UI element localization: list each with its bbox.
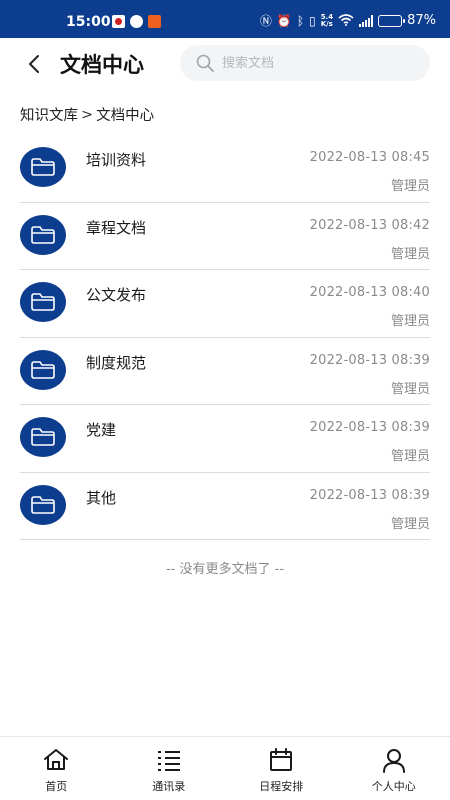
folder-owner: 管理员	[390, 381, 430, 397]
folder-icon	[20, 214, 66, 255]
search-box[interactable]	[180, 45, 430, 81]
breadcrumb: 知识文库 > 文档中心	[20, 104, 154, 125]
bluetooth-icon: ᛒ	[296, 13, 305, 28]
header: 文档中心	[0, 38, 450, 90]
nav-label: 日程安排	[259, 780, 304, 793]
folder-name: 制度规范	[86, 353, 147, 372]
list-icon	[157, 751, 180, 771]
folder-owner: 管理员	[390, 449, 430, 464]
network-speed: 5.4 K/s	[320, 12, 334, 28]
user-icon	[382, 749, 405, 773]
status-notification-icons	[112, 15, 161, 28]
nav-item-home[interactable]: 首页	[0, 737, 113, 800]
folder-owner: 管理员	[390, 179, 430, 194]
folder-icon	[20, 484, 66, 525]
nav-label: 首页	[45, 780, 68, 793]
folder-time: 2022-08-13 08:40	[309, 285, 430, 300]
breadcrumb-separator: >	[81, 106, 94, 123]
search-input[interactable]	[222, 55, 412, 71]
folder-time: 2022-08-13 08:39	[309, 420, 430, 435]
folder-row[interactable]: 公文发布 2022-08-13 08:40 管理员	[20, 270, 430, 338]
folder-time: 2022-08-13 08:42	[309, 217, 430, 233]
back-button[interactable]	[20, 50, 48, 78]
folder-row[interactable]: 章程文档 2022-08-13 08:42 管理员	[20, 203, 430, 270]
folder-row[interactable]: 党建 2022-08-13 08:39 管理员	[20, 405, 430, 473]
folder-name: 其他	[86, 488, 117, 507]
folder-time: 2022-08-13 08:39	[309, 487, 430, 503]
page-title: 文档中心	[60, 53, 144, 77]
bottom-nav: 首页 通讯录 日程安排 个人中心	[0, 736, 450, 800]
status-bar: 15:00 Ⓝ ⏰ ᛒ ▯ 5.4 K/s 87%	[0, 0, 450, 38]
chevron-left-icon	[29, 55, 39, 73]
status-right-group: Ⓝ ⏰ ᛒ ▯ 5.4 K/s 87%	[260, 13, 436, 28]
calendar-icon	[270, 748, 293, 771]
folder-row[interactable]: 培训资料 2022-08-13 08:45 管理员	[20, 135, 430, 203]
nav-item-schedule[interactable]: 日程安排	[225, 737, 338, 800]
status-time: 15:00	[66, 14, 111, 30]
breadcrumb-root[interactable]: 知识文库	[20, 104, 78, 125]
vibrate-icon: ▯	[309, 13, 316, 28]
nav-item-contacts[interactable]: 通讯录	[113, 737, 226, 800]
folder-name: 公文发布	[86, 286, 147, 304]
folder-row[interactable]: 其他 2022-08-13 08:39 管理员	[20, 473, 430, 540]
home-icon	[44, 749, 69, 770]
nav-item-profile[interactable]: 个人中心	[338, 737, 450, 800]
folder-owner: 管理员	[390, 246, 430, 262]
folder-list: 培训资料 2022-08-13 08:45 管理员 章程文档 2022-08-1…	[20, 135, 430, 540]
folder-owner: 管理员	[390, 516, 430, 532]
list-end-text: -- 没有更多文档了 --	[165, 562, 285, 577]
news-app-icon	[112, 15, 125, 28]
folder-name: 培训资料	[86, 151, 147, 169]
folder-icon	[20, 282, 66, 322]
folder-name: 党建	[86, 421, 117, 439]
breadcrumb-current: 文档中心	[96, 108, 155, 124]
nfc-icon: Ⓝ	[259, 13, 272, 28]
battery-percent: 87%	[407, 13, 436, 28]
folder-icon	[20, 417, 66, 457]
alarm-icon: ⏰	[276, 13, 292, 28]
search-icon	[196, 54, 214, 72]
folder-time: 2022-08-13 08:39	[309, 352, 430, 368]
folder-time: 2022-08-13 08:45	[309, 150, 430, 165]
folder-owner: 管理员	[390, 314, 430, 329]
cell-signal-icon	[359, 14, 374, 27]
folder-icon	[20, 349, 66, 390]
battery-icon	[378, 14, 406, 27]
nav-label: 个人中心	[371, 780, 416, 793]
folder-name: 章程文档	[86, 218, 147, 237]
app-notification-icon	[148, 15, 161, 28]
wifi-icon	[338, 13, 354, 28]
folder-icon	[20, 147, 66, 187]
folder-row[interactable]: 制度规范 2022-08-13 08:39 管理员	[20, 338, 430, 405]
nav-label: 通讯录	[152, 780, 186, 793]
chat-bubble-icon	[130, 15, 143, 28]
